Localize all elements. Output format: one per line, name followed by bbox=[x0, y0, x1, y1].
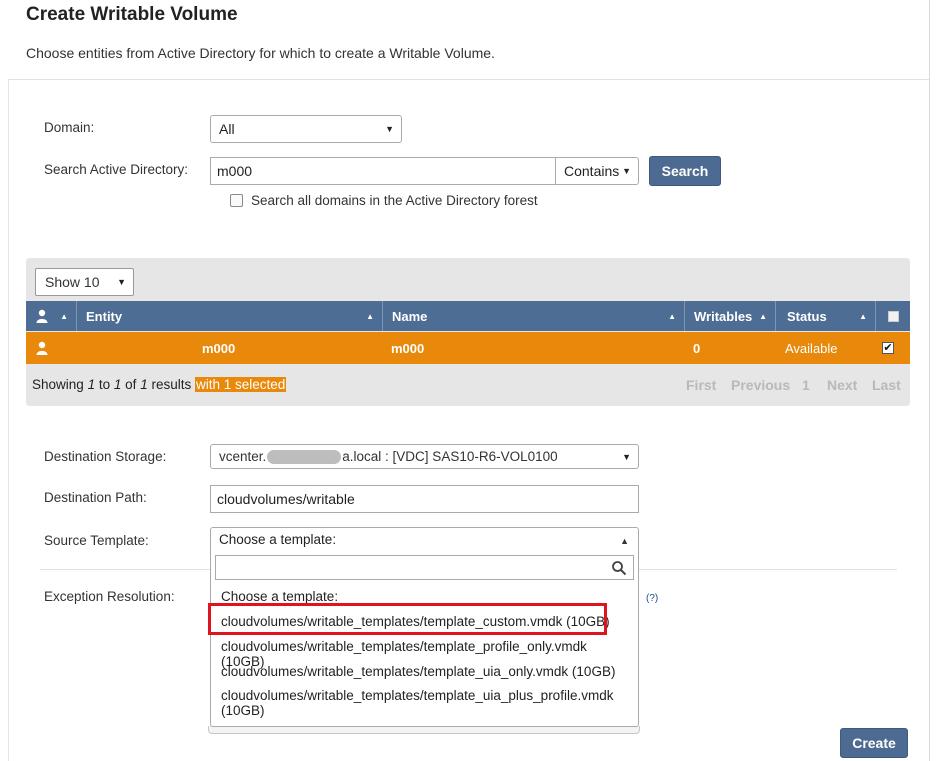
template-option[interactable]: cloudvolumes/writable_templates/template… bbox=[221, 664, 621, 679]
summary-to: 1 bbox=[113, 377, 122, 392]
template-option[interactable]: cloudvolumes/writable_templates/template… bbox=[221, 688, 616, 718]
pager-first[interactable]: First bbox=[686, 377, 716, 393]
page-title: Create Writable Volume bbox=[26, 4, 238, 25]
redacted-block bbox=[267, 449, 342, 464]
divider bbox=[8, 79, 929, 80]
results-summary: Showing 1 to 1 of 1 results with 1 selec… bbox=[32, 377, 287, 392]
row-status: Available bbox=[785, 340, 838, 356]
window-border-left bbox=[8, 80, 9, 761]
th-status[interactable]: Status ▲ bbox=[775, 301, 875, 331]
caret-up-icon: ▲ bbox=[620, 536, 629, 546]
template-search-input[interactable] bbox=[215, 555, 634, 580]
th-type[interactable]: ▲ bbox=[26, 301, 76, 331]
row-name: m000 bbox=[391, 340, 425, 356]
page-size-value: Show 10 bbox=[45, 274, 100, 290]
sort-icon: ▲ bbox=[366, 312, 374, 321]
caret-down-icon: ▼ bbox=[117, 277, 126, 287]
summary-selected: with 1 selected bbox=[195, 377, 287, 392]
sort-icon: ▲ bbox=[759, 312, 767, 321]
table-header: ▲ Entity ▲ Name ▲ Writables ▲ Status ▲ bbox=[26, 301, 910, 331]
sort-icon: ▲ bbox=[60, 312, 68, 321]
row-entity: m000 bbox=[202, 340, 236, 356]
user-icon bbox=[36, 341, 48, 355]
match-mode-select[interactable]: Contains ▼ bbox=[555, 157, 639, 185]
pager-page[interactable]: 1 bbox=[802, 377, 810, 393]
template-current-value: Choose a template: bbox=[219, 532, 337, 547]
th-writables[interactable]: Writables ▲ bbox=[684, 301, 775, 331]
th-name[interactable]: Name ▲ bbox=[382, 301, 684, 331]
caret-down-icon: ▼ bbox=[622, 451, 631, 462]
exception-resolution-label: Exception Resolution: bbox=[44, 589, 175, 604]
exception-select-edge bbox=[208, 726, 640, 734]
th-select-all[interactable] bbox=[875, 301, 910, 331]
search-ad-label: Search Active Directory: bbox=[44, 162, 189, 177]
domain-select[interactable]: All ▼ bbox=[210, 115, 402, 143]
pager-previous[interactable]: Previous bbox=[731, 377, 790, 393]
destination-storage-select[interactable]: vcenter. a.local : [VDC] SAS10-R6-VOL010… bbox=[210, 444, 639, 469]
create-button[interactable]: Create bbox=[840, 728, 908, 758]
highlight-box bbox=[208, 603, 607, 635]
all-domains-checkbox[interactable] bbox=[230, 194, 243, 207]
th-entity-label: Entity bbox=[86, 308, 123, 324]
search-input[interactable]: m000 bbox=[210, 157, 556, 185]
help-link[interactable]: (?) bbox=[646, 593, 658, 604]
domain-select-value: All bbox=[219, 121, 235, 137]
summary-to-word: to bbox=[98, 377, 111, 392]
row-writables: 0 bbox=[693, 340, 701, 356]
domain-label: Domain: bbox=[44, 120, 95, 135]
storage-value-prefix: vcenter. bbox=[219, 449, 267, 464]
summary-total: 1 bbox=[140, 377, 148, 392]
pager-last[interactable]: Last bbox=[872, 377, 901, 393]
th-writables-label: Writables bbox=[694, 308, 753, 324]
match-mode-value: Contains bbox=[564, 163, 620, 179]
sort-icon: ▲ bbox=[859, 312, 867, 321]
search-button[interactable]: Search bbox=[649, 156, 721, 186]
destination-path-value: cloudvolumes/writable bbox=[217, 491, 355, 507]
destination-storage-label: Destination Storage: bbox=[44, 449, 167, 464]
destination-path-input[interactable]: cloudvolumes/writable bbox=[210, 485, 639, 513]
row-checkbox[interactable]: ✔ bbox=[882, 332, 894, 364]
search-input-value: m000 bbox=[217, 163, 253, 179]
checkbox-icon[interactable] bbox=[887, 310, 899, 322]
summary-showing: Showing bbox=[32, 377, 84, 392]
all-domains-label: Search all domains in the Active Directo… bbox=[251, 193, 538, 208]
caret-down-icon: ▼ bbox=[622, 166, 631, 176]
storage-value-suffix: a.local : [VDC] SAS10-R6-VOL0100 bbox=[342, 449, 558, 464]
th-entity[interactable]: Entity ▲ bbox=[76, 301, 382, 331]
pager-next[interactable]: Next bbox=[827, 377, 857, 393]
summary-from: 1 bbox=[87, 377, 96, 392]
user-icon bbox=[36, 309, 48, 323]
th-name-label: Name bbox=[392, 308, 428, 324]
page-size-select[interactable]: Show 10 ▼ bbox=[35, 268, 134, 296]
checkbox-icon: ✔ bbox=[882, 342, 894, 354]
page-subtitle: Choose entities from Active Directory fo… bbox=[26, 45, 495, 61]
destination-path-label: Destination Path: bbox=[44, 490, 147, 505]
summary-of-word: of bbox=[125, 377, 137, 392]
row-type bbox=[36, 332, 48, 364]
template-option[interactable]: Choose a template: bbox=[221, 589, 621, 604]
sort-icon: ▲ bbox=[668, 312, 676, 321]
window-border bbox=[929, 0, 930, 761]
caret-down-icon: ▼ bbox=[385, 124, 394, 134]
summary-results-word: results bbox=[151, 377, 192, 392]
search-icon bbox=[612, 561, 627, 576]
table-row[interactable]: m000 m000 0 Available ✔ bbox=[26, 332, 910, 364]
th-status-label: Status bbox=[787, 308, 827, 324]
source-template-label: Source Template: bbox=[44, 533, 149, 548]
